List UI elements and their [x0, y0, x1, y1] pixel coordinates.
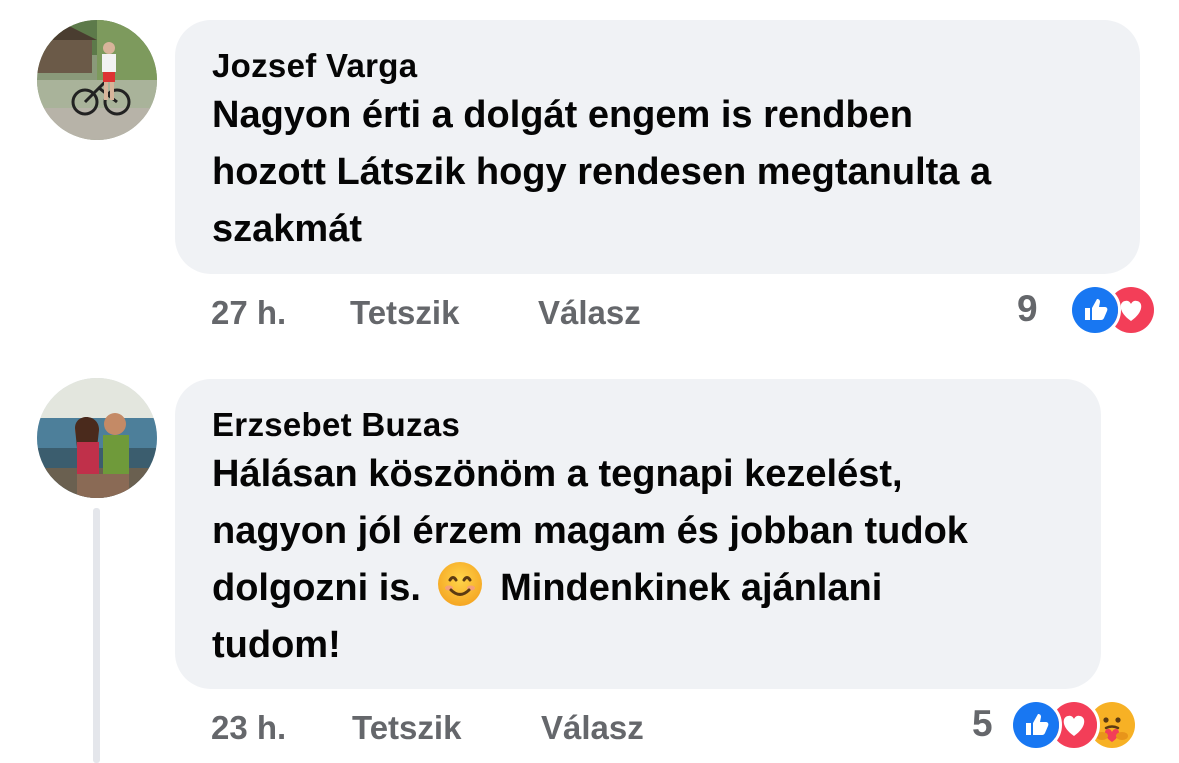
comment-bubble: Jozsef Varga Nagyon érti a dolgát engem …	[175, 20, 1140, 274]
reaction-summary[interactable]: 9	[1012, 284, 1162, 336]
comment-text-line: szakmát	[212, 208, 362, 250]
comment-timestamp[interactable]: 27 h.	[211, 293, 286, 333]
comment-actions: 27 h. Tetszik Válasz	[211, 293, 711, 333]
profile-photo-icon	[37, 378, 157, 498]
comment-text-line: tudom!	[212, 624, 341, 666]
reply-action-button[interactable]: Válasz	[538, 293, 641, 333]
like-action-button[interactable]: Tetszik	[352, 708, 461, 748]
comment-text-line: Nagyon érti a dolgát engem is rendben	[212, 94, 914, 136]
comment-author[interactable]: Jozsef Varga	[212, 46, 1102, 86]
avatar-jozsef-varga[interactable]	[37, 20, 157, 140]
comment-text-segment: dolgozni is.	[212, 567, 421, 609]
reaction-summary[interactable]: 5	[966, 699, 1166, 751]
comments-section: Jozsef Varga Nagyon érti a dolgát engem …	[0, 0, 1179, 763]
reply-thread-line	[93, 508, 100, 763]
like-reaction-icon	[1069, 284, 1121, 336]
comment-text-line: nagyon jól érzem magam és jobban tudok	[212, 510, 968, 552]
comment-actions: 23 h. Tetszik Válasz	[211, 708, 711, 748]
reaction-count: 9	[1017, 288, 1038, 329]
reaction-count: 5	[972, 703, 993, 744]
smiling-face-emoji-icon	[436, 560, 484, 608]
like-action-button[interactable]: Tetszik	[350, 293, 459, 333]
comment-text: Nagyon érti a dolgát engem is rendben ho…	[212, 87, 1102, 258]
comment-timestamp[interactable]: 23 h.	[211, 708, 286, 748]
comment-text: Hálásan köszönöm a tegnapi kezelést, nag…	[212, 446, 1063, 674]
reply-action-button[interactable]: Válasz	[541, 708, 644, 748]
comment-text-line: Hálásan köszönöm a tegnapi kezelést,	[212, 453, 903, 495]
comment-text-segment: Mindenkinek ajánlani	[500, 567, 883, 609]
profile-photo-icon	[37, 20, 157, 140]
comment-bubble: Erzsebet Buzas Hálásan köszönöm a tegnap…	[175, 379, 1101, 689]
like-reaction-icon	[1010, 699, 1062, 751]
comment-text-line: hozott Látszik hogy rendesen megtanulta …	[212, 151, 992, 193]
comment-author[interactable]: Erzsebet Buzas	[212, 405, 1063, 445]
avatar-erzsebet-buzas[interactable]	[37, 378, 157, 498]
comment-text-line: dolgozni is. Mindenkinek ajánlani	[212, 560, 1063, 617]
